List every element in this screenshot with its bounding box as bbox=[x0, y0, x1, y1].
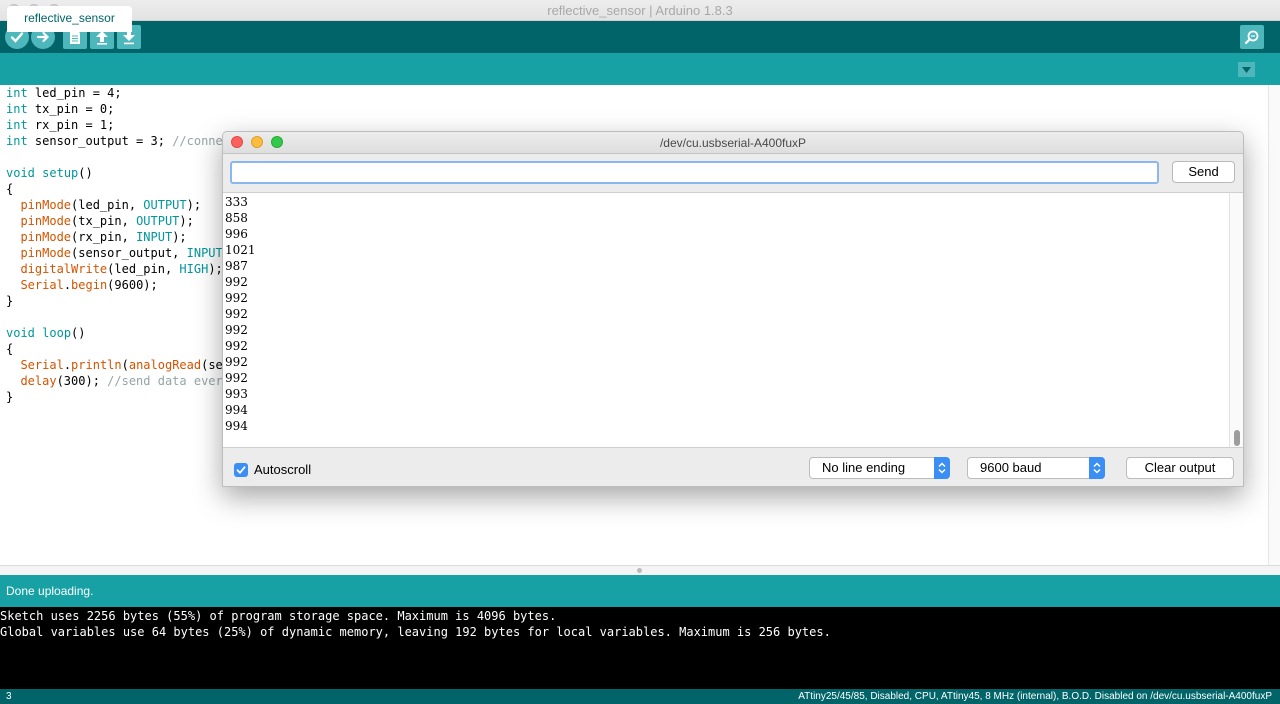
output-line: 992 bbox=[225, 291, 248, 305]
console-line: Global variables use 64 bytes (25%) of d… bbox=[0, 625, 831, 639]
output-line: 996 bbox=[225, 227, 248, 241]
serial-monitor-titlebar: /dev/cu.usbserial-A400fuxP bbox=[223, 132, 1243, 154]
updown-chevron-icon bbox=[1089, 457, 1105, 479]
output-line: 994 bbox=[225, 403, 248, 417]
arrow-right-icon bbox=[36, 31, 50, 43]
panel-divider[interactable] bbox=[0, 565, 1280, 575]
footer-bar: 3 ATtiny25/45/85, Disabled, CPU, ATtiny4… bbox=[0, 689, 1280, 704]
status-message: Done uploading. bbox=[0, 575, 1280, 607]
autoscroll-label: Autoscroll bbox=[254, 462, 312, 477]
checkmark-icon bbox=[236, 465, 246, 474]
chevron-down-icon bbox=[1242, 66, 1251, 73]
output-line: 994 bbox=[225, 419, 248, 433]
code-line: int led_pin = 4; bbox=[6, 86, 122, 100]
output-line: 333 bbox=[225, 195, 248, 209]
console-output: Sketch uses 2256 bytes (55%) of program … bbox=[0, 607, 1280, 689]
baud-rate-select[interactable]: 9600 baud bbox=[967, 457, 1105, 479]
code-line: int tx_pin = 0; bbox=[6, 102, 115, 116]
editor-scrollbar[interactable] bbox=[1268, 85, 1280, 565]
line-ending-value: No line ending bbox=[822, 460, 906, 475]
tab-menu-button[interactable] bbox=[1238, 62, 1255, 77]
serial-monitor-button[interactable] bbox=[1240, 25, 1264, 49]
line-number: 3 bbox=[6, 691, 12, 702]
tab-bar bbox=[0, 53, 1280, 85]
scrollbar-thumb[interactable] bbox=[1234, 430, 1240, 446]
tab-reflective-sensor[interactable]: reflective_sensor bbox=[7, 6, 132, 32]
output-line: 992 bbox=[225, 355, 248, 369]
clear-output-button[interactable]: Clear output bbox=[1126, 457, 1234, 479]
window-title: reflective_sensor | Arduino 1.8.3 bbox=[547, 3, 733, 18]
output-line: 992 bbox=[225, 371, 248, 385]
baud-rate-value: 9600 baud bbox=[980, 460, 1042, 475]
serial-input-field[interactable] bbox=[230, 161, 1159, 184]
serial-monitor-window: /dev/cu.usbserial-A400fuxP Send 333 858 … bbox=[222, 131, 1244, 487]
line-ending-select[interactable]: No line ending bbox=[809, 457, 950, 479]
output-line: 992 bbox=[225, 339, 248, 353]
output-line: 992 bbox=[225, 275, 248, 289]
serial-output: 333 858 996 1021 987 992 992 992 992 992… bbox=[223, 192, 1229, 448]
toolbar bbox=[0, 21, 1280, 53]
output-line: 987 bbox=[225, 259, 248, 273]
updown-chevron-icon bbox=[934, 457, 950, 479]
output-line: 993 bbox=[225, 387, 248, 401]
window-titlebar: reflective_sensor | Arduino 1.8.3 bbox=[0, 0, 1280, 21]
magnifier-icon bbox=[1244, 30, 1259, 45]
console-line: Sketch uses 2256 bytes (55%) of program … bbox=[0, 609, 557, 623]
autoscroll-checkbox[interactable] bbox=[234, 462, 248, 477]
check-icon bbox=[10, 32, 24, 43]
serial-output-scrollbar[interactable] bbox=[1229, 192, 1243, 448]
autoscroll-toggle[interactable]: Autoscroll bbox=[234, 462, 311, 477]
send-button[interactable]: Send bbox=[1172, 161, 1235, 183]
output-line: 992 bbox=[225, 323, 248, 337]
output-line: 1021 bbox=[225, 243, 256, 257]
output-line: 992 bbox=[225, 307, 248, 321]
board-info: ATtiny25/45/85, Disabled, CPU, ATtiny45,… bbox=[798, 691, 1272, 702]
output-line: 858 bbox=[225, 211, 248, 225]
serial-monitor-title: /dev/cu.usbserial-A400fuxP bbox=[659, 136, 807, 150]
